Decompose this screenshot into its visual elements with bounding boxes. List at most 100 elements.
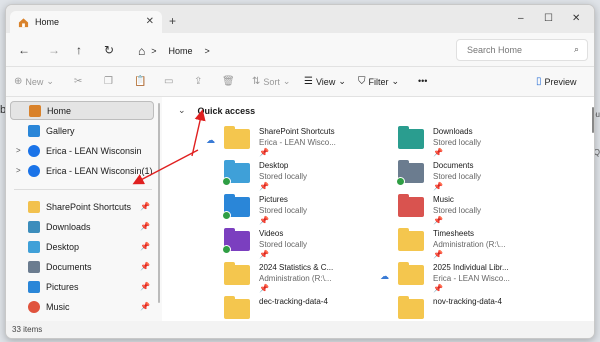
quick-access-item[interactable]: Pictures Stored locally 📌 bbox=[222, 194, 399, 229]
sidebar-item-pictures[interactable]: Pictures 📌 bbox=[10, 277, 154, 296]
quick-access-item[interactable]: 2024 Statistics & C... Administration (R:… bbox=[224, 262, 399, 297]
sidebar-item-label: Documents bbox=[46, 261, 92, 272]
new-button[interactable]: ⊕ New ⌄ bbox=[14, 76, 54, 87]
sort-button[interactable]: ⇅ Sort ⌄ bbox=[252, 76, 290, 87]
music-icon bbox=[28, 300, 40, 313]
minimize-button[interactable]: – bbox=[518, 13, 524, 24]
close-tab-icon[interactable]: ✕ bbox=[146, 16, 154, 27]
breadcrumb-separator[interactable]: > bbox=[205, 46, 210, 56]
sidebar-item-label: Erica - LEAN Wisconsin bbox=[46, 145, 142, 156]
home-icon bbox=[18, 17, 29, 27]
share-button[interactable]: ⇪ bbox=[194, 76, 202, 87]
cloud-icon bbox=[28, 144, 40, 157]
rename-icon: ▭ bbox=[164, 76, 174, 87]
breadcrumb-separator[interactable]: > bbox=[151, 46, 156, 56]
download-icon bbox=[28, 220, 40, 233]
home-icon[interactable]: ⌂ bbox=[138, 44, 145, 58]
pin-icon[interactable]: 📌 bbox=[259, 250, 269, 259]
pin-icon[interactable]: 📌 bbox=[140, 222, 150, 231]
pin-icon[interactable]: 📌 bbox=[140, 242, 150, 251]
file-explorer-window: Home ✕ + – ☐ ✕ ← → ↑ ↻ ⌂ > Home > Search… bbox=[5, 4, 595, 339]
folder-icon bbox=[398, 262, 424, 285]
quick-access-item[interactable]: ☁ SharePoint Shortcuts Erica - LEAN Wisco.… bbox=[206, 126, 399, 161]
quick-access-item[interactable]: Timesheets Administration (R:\... 📌 bbox=[398, 228, 573, 263]
pin-icon[interactable]: 📌 bbox=[259, 284, 269, 293]
cut-icon: ✂ bbox=[74, 76, 83, 87]
rename-button[interactable]: ▭ bbox=[164, 76, 173, 87]
new-tab-button[interactable]: + bbox=[169, 14, 176, 28]
breadcrumb-home[interactable]: Home bbox=[169, 46, 193, 56]
chevron-right-icon[interactable]: > bbox=[16, 166, 21, 175]
more-options-button[interactable]: ••• bbox=[418, 76, 427, 86]
pin-icon[interactable]: 📌 bbox=[140, 202, 150, 211]
pin-icon[interactable]: 📌 bbox=[259, 148, 269, 157]
pin-icon[interactable]: 📌 bbox=[140, 282, 150, 291]
sync-status-icon bbox=[222, 211, 231, 220]
delete-button[interactable]: 🗑 bbox=[222, 76, 235, 87]
pin-icon[interactable]: 📌 bbox=[259, 216, 269, 225]
preview-pane-icon: ▯ bbox=[536, 76, 542, 87]
scrollbar-thumb[interactable] bbox=[158, 103, 160, 303]
preview-button[interactable]: ▯ Preview bbox=[536, 76, 577, 87]
sidebar-item-documents[interactable]: Documents 📌 bbox=[10, 257, 154, 276]
view-button[interactable]: ☰ View ⌄ bbox=[304, 76, 346, 87]
sidebar-scrollbar[interactable] bbox=[156, 97, 162, 323]
quick-access-item[interactable]: Videos Stored locally 📌 bbox=[222, 228, 399, 263]
pin-icon[interactable]: 📌 bbox=[259, 182, 269, 191]
sidebar-item-label: Gallery bbox=[46, 125, 75, 136]
forward-button[interactable]: → bbox=[48, 43, 60, 57]
refresh-button[interactable]: ↻ bbox=[104, 43, 114, 57]
home-icon bbox=[29, 104, 41, 117]
filter-icon: ⛉ bbox=[358, 76, 366, 87]
cut-button[interactable]: ✂ bbox=[74, 76, 82, 87]
item-location: Erica - LEAN Wisco... bbox=[433, 274, 510, 283]
item-name: SharePoint Shortcuts bbox=[259, 127, 335, 136]
sidebar-item-label: Home bbox=[47, 105, 72, 116]
sidebar-item-label: Downloads bbox=[46, 221, 91, 232]
pin-icon[interactable]: 📌 bbox=[433, 284, 443, 293]
back-button[interactable]: ← bbox=[18, 43, 30, 57]
address-bar[interactable]: ⌂ > Home > bbox=[130, 40, 452, 61]
downloads-folder-icon bbox=[398, 126, 424, 149]
quick-access-item[interactable]: Documents Stored locally 📌 bbox=[396, 160, 573, 195]
quick-access-item[interactable]: Desktop Stored locally 📌 bbox=[222, 160, 399, 195]
item-count: 33 items bbox=[12, 325, 43, 334]
copy-button[interactable]: ❐ bbox=[104, 76, 113, 87]
close-window-button[interactable]: ✕ bbox=[572, 13, 580, 24]
main-scrollbar[interactable] bbox=[590, 97, 594, 323]
search-input[interactable]: Search Home ⌕ bbox=[456, 39, 588, 61]
paste-button[interactable]: 📋 bbox=[134, 76, 146, 87]
sync-status-icon bbox=[396, 177, 405, 186]
sidebar-item-music[interactable]: Music 📌 bbox=[10, 297, 154, 316]
folder-icon bbox=[224, 126, 250, 149]
pin-icon[interactable]: 📌 bbox=[433, 148, 443, 157]
sidebar-item-onedrive-1[interactable]: > Erica - LEAN Wisconsin(1) bbox=[10, 161, 154, 180]
folder-icon bbox=[224, 262, 250, 285]
sidebar-item-home[interactable]: Home bbox=[10, 101, 154, 120]
pin-icon[interactable]: 📌 bbox=[140, 302, 150, 311]
pin-icon[interactable]: 📌 bbox=[433, 250, 443, 259]
chevron-down-icon[interactable]: ⌄ bbox=[178, 105, 186, 116]
filter-button[interactable]: ⛉ Filter ⌄ bbox=[358, 76, 399, 87]
tab-home[interactable]: Home ✕ bbox=[10, 11, 162, 33]
sidebar-item-gallery[interactable]: Gallery bbox=[10, 121, 154, 140]
maximize-button[interactable]: ☐ bbox=[544, 13, 553, 24]
pin-icon[interactable]: 📌 bbox=[433, 216, 443, 225]
trash-icon: 🗑 bbox=[222, 76, 235, 87]
quick-access-item[interactable]: Music Stored locally 📌 bbox=[398, 194, 573, 229]
chevron-right-icon[interactable]: > bbox=[16, 146, 21, 155]
quick-access-header[interactable]: ⌄ Quick access bbox=[178, 105, 255, 116]
sidebar-item-onedrive[interactable]: > Erica - LEAN Wisconsin bbox=[10, 141, 154, 160]
quick-access-item[interactable]: Downloads Stored locally 📌 bbox=[398, 126, 573, 161]
quick-access-item[interactable]: ☁ 2025 Individual Libr... Erica - LEAN Wis… bbox=[380, 262, 573, 297]
sidebar-item-desktop[interactable]: Desktop 📌 bbox=[10, 237, 154, 256]
sidebar-item-downloads[interactable]: Downloads 📌 bbox=[10, 217, 154, 236]
pin-icon[interactable]: 📌 bbox=[140, 262, 150, 271]
scrollbar-thumb[interactable] bbox=[592, 107, 594, 133]
sidebar-item-sharepoint-shortcuts[interactable]: SharePoint Shortcuts 📌 bbox=[10, 197, 154, 216]
up-button[interactable]: ↑ bbox=[76, 43, 82, 57]
sync-status-icon bbox=[222, 245, 231, 254]
item-name: Videos bbox=[259, 229, 284, 238]
pin-icon[interactable]: 📌 bbox=[433, 182, 443, 191]
cloud-icon: ☁ bbox=[206, 135, 215, 145]
